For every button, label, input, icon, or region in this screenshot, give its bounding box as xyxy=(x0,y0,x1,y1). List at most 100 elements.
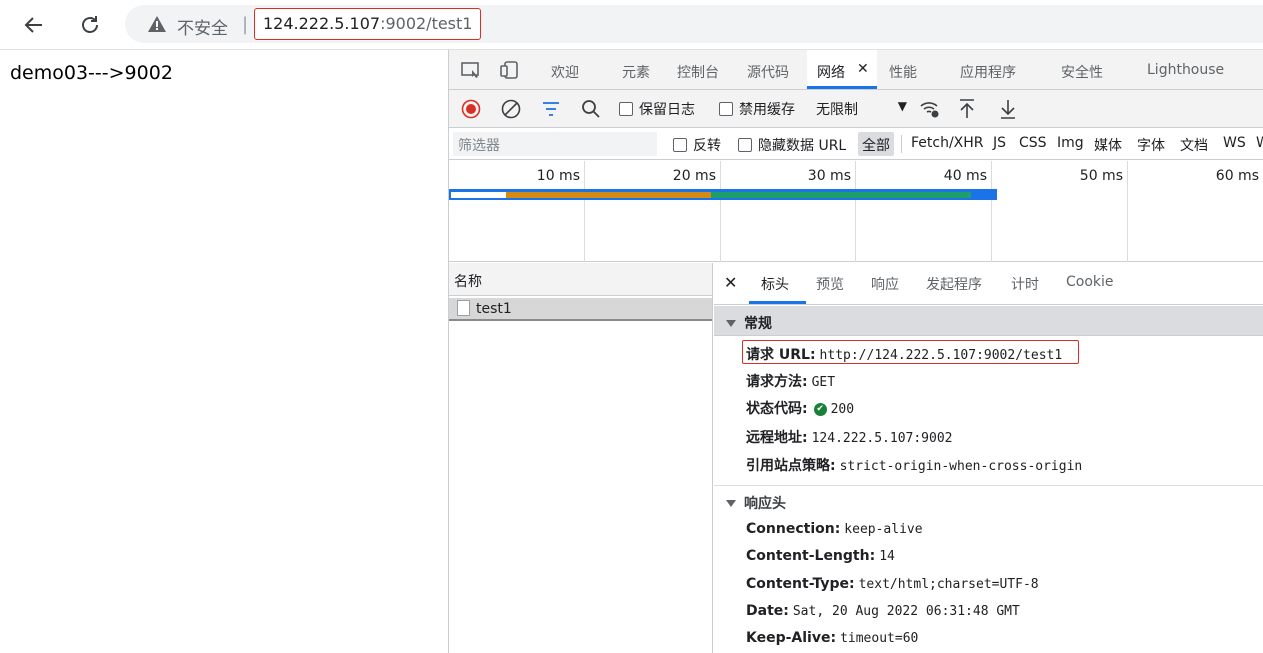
url-host: 124.222.5.107 xyxy=(263,14,381,33)
reload-button[interactable] xyxy=(74,9,106,41)
back-button[interactable] xyxy=(18,9,50,41)
column-header-name[interactable]: 名称 xyxy=(449,263,712,296)
type-filter-css[interactable]: CSS xyxy=(1019,135,1047,151)
tab-headers[interactable]: 标头 xyxy=(761,274,789,294)
header-value[interactable]: 124.222.5.107:9002 xyxy=(812,431,953,446)
disable-cache-checkbox[interactable]: 禁用缓存 xyxy=(719,99,795,119)
header-key: 请求方法: xyxy=(746,374,808,390)
checkbox-icon[interactable] xyxy=(719,102,733,116)
tab-preview[interactable]: 预览 xyxy=(816,274,844,294)
tick-label: 50 ms xyxy=(1079,168,1123,184)
checkbox-icon[interactable] xyxy=(738,138,752,152)
tab-initiator[interactable]: 发起程序 xyxy=(926,274,982,294)
hide-data-urls-label: 隐藏数据 URL xyxy=(758,138,847,154)
header-value[interactable]: text/html;charset=UTF-8 xyxy=(859,577,1039,592)
header-key: Date: xyxy=(746,603,789,619)
page-body-text: demo03--->9002 xyxy=(10,62,173,84)
export-har-icon[interactable] xyxy=(998,98,1018,120)
request-list: 名称 test1 xyxy=(449,263,713,653)
tab-timing[interactable]: 计时 xyxy=(1011,274,1039,294)
header-row: Content-Length: 14 xyxy=(746,548,895,564)
tab-cookie[interactable]: Cookie xyxy=(1066,274,1114,290)
header-value[interactable]: strict-origin-when-cross-origin xyxy=(840,459,1083,474)
header-key: Connection: xyxy=(746,521,841,537)
header-key: 状态代码: xyxy=(746,401,808,417)
header-row: Keep-Alive: timeout=60 xyxy=(746,630,918,646)
filter-icon[interactable] xyxy=(541,100,561,118)
header-value[interactable]: 200 xyxy=(831,402,854,417)
request-details: ✕ 标头 预览 响应 发起程序 计时 Cookie 常规 请求 URL: http… xyxy=(714,263,1263,653)
header-row: 请求 URL: http://124.222.5.107:9002/test1 xyxy=(746,344,1062,364)
grid-line xyxy=(1127,161,1128,262)
not-secure-label[interactable]: 不安全 xyxy=(177,14,228,39)
address-bar[interactable]: 不安全 | 124.222.5.107:9002/test1 xyxy=(125,5,1263,43)
invert-label: 反转 xyxy=(693,138,721,154)
header-row: Content-Type: text/html;charset=UTF-8 xyxy=(746,576,1039,592)
invert-checkbox[interactable]: 反转 xyxy=(673,135,721,155)
tick-label: 60 ms xyxy=(1215,168,1259,184)
tab-network[interactable]: 网络 xyxy=(817,62,845,82)
type-filter-js[interactable]: JS xyxy=(993,135,1006,151)
throttling-select[interactable]: 无限制 ▼ xyxy=(810,96,907,122)
type-filter-doc[interactable]: 文档 xyxy=(1180,135,1208,155)
section-general[interactable]: 常规 xyxy=(714,306,1263,336)
request-row[interactable]: test1 xyxy=(449,298,712,321)
device-toolbar-icon[interactable] xyxy=(499,60,521,80)
warning-icon xyxy=(148,16,166,32)
header-row: 引用站点策略: strict-origin-when-cross-origin xyxy=(746,455,1082,475)
tab-application[interactable]: 应用程序 xyxy=(960,62,1016,82)
inspect-element-icon[interactable] xyxy=(460,60,482,80)
waterfall-segment-waiting xyxy=(506,192,711,198)
network-conditions-icon[interactable] xyxy=(919,99,941,119)
type-filter-img[interactable]: Img xyxy=(1057,135,1084,151)
tab-response[interactable]: 响应 xyxy=(871,274,899,294)
tab-console[interactable]: 控制台 xyxy=(677,62,719,82)
header-value[interactable]: http://124.222.5.107:9002/test1 xyxy=(820,348,1063,363)
header-value[interactable]: GET xyxy=(812,375,835,390)
waterfall-segment-idle xyxy=(451,192,506,198)
import-har-icon[interactable] xyxy=(957,98,977,120)
url-text[interactable]: 124.222.5.107:9002/test1 xyxy=(254,8,482,40)
tab-elements[interactable]: 元素 xyxy=(622,62,650,82)
dropdown-arrow-icon: ▼ xyxy=(897,99,907,113)
type-filter-font[interactable]: 字体 xyxy=(1137,135,1165,155)
type-filter-wasm[interactable]: W xyxy=(1256,135,1263,151)
address-separator: | xyxy=(242,14,249,35)
header-key: 引用站点策略: xyxy=(746,458,836,474)
header-value[interactable]: keep-alive xyxy=(844,522,922,537)
close-network-tab-icon[interactable]: ✕ xyxy=(857,61,869,77)
tick-label: 30 ms xyxy=(807,168,851,184)
preserve-log-label: 保留日志 xyxy=(639,102,695,118)
checkbox-icon[interactable] xyxy=(673,138,687,152)
tab-lighthouse[interactable]: Lighthouse xyxy=(1147,62,1224,78)
header-value[interactable]: 14 xyxy=(879,549,895,564)
clear-icon[interactable] xyxy=(501,99,521,119)
header-value[interactable]: timeout=60 xyxy=(840,631,918,646)
type-filter-media[interactable]: 媒体 xyxy=(1094,135,1122,155)
header-key: 请求 URL: xyxy=(746,347,816,363)
type-filter-fetch-xhr[interactable]: Fetch/XHR xyxy=(911,135,984,151)
tab-welcome[interactable]: 欢迎 xyxy=(551,62,579,82)
divider xyxy=(901,135,902,153)
header-value[interactable]: Sat, 20 Aug 2022 06:31:48 GMT xyxy=(793,604,1020,619)
close-details-icon[interactable]: ✕ xyxy=(724,273,737,292)
tab-performance[interactable]: 性能 xyxy=(889,62,917,82)
browser-toolbar: 不安全 | 124.222.5.107:9002/test1 xyxy=(0,0,1263,50)
tab-security[interactable]: 安全性 xyxy=(1061,62,1103,82)
search-icon[interactable] xyxy=(581,99,601,119)
checkbox-icon[interactable] xyxy=(619,102,633,116)
details-tab-bar: ✕ 标头 预览 响应 发起程序 计时 Cookie xyxy=(714,263,1263,305)
reload-icon xyxy=(82,16,98,33)
type-filter-ws[interactable]: WS xyxy=(1223,135,1246,151)
hide-data-urls-checkbox[interactable]: 隐藏数据 URL xyxy=(738,135,846,155)
tab-sources[interactable]: 源代码 xyxy=(747,62,789,82)
request-name: test1 xyxy=(476,301,512,317)
filter-input[interactable]: 筛选器 xyxy=(453,132,657,156)
section-response-headers[interactable]: 响应头 xyxy=(714,485,1263,515)
preserve-log-checkbox[interactable]: 保留日志 xyxy=(619,99,695,119)
record-stop-icon[interactable] xyxy=(461,99,481,119)
devtools-panel: 欢迎 元素 控制台 源代码 网络 ✕ 性能 应用程序 安全性 Lighthous… xyxy=(448,50,1263,653)
type-filter-all[interactable]: 全部 xyxy=(858,132,894,156)
network-overview[interactable]: 10 ms 20 ms 30 ms 40 ms 50 ms 60 ms xyxy=(449,161,1263,262)
tick-label: 10 ms xyxy=(536,168,580,184)
